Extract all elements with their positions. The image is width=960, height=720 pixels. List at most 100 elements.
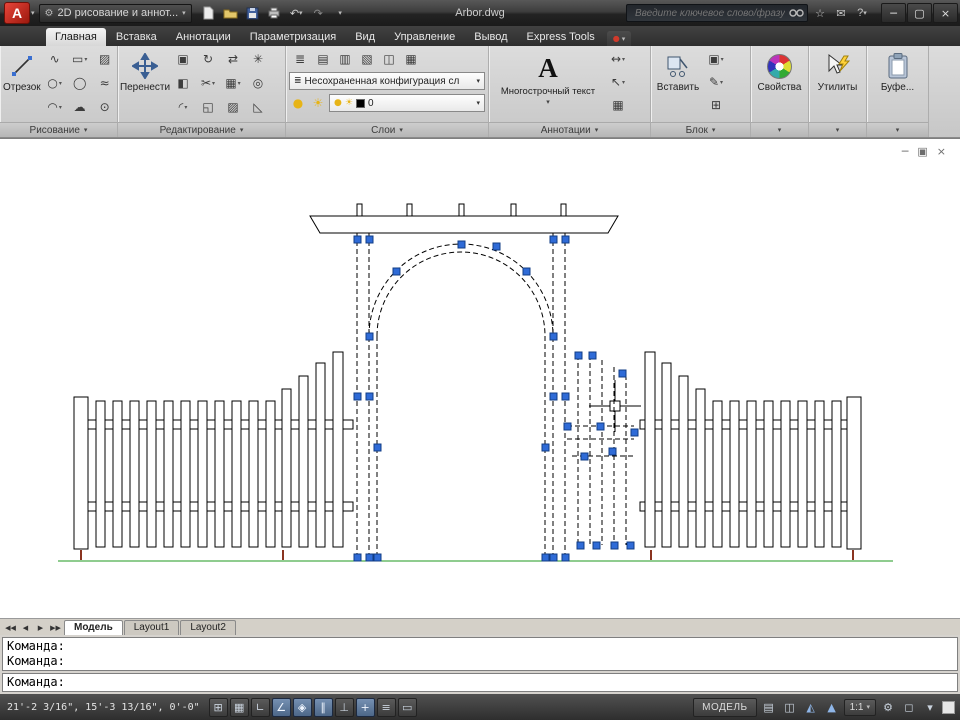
panel-properties-title[interactable]: ▾	[751, 122, 808, 137]
layer-properties-button[interactable]: ≣	[289, 48, 311, 70]
annotation-visibility-icon[interactable]: ▲	[823, 698, 841, 716]
tab-manage[interactable]: Управление	[385, 28, 464, 46]
rotate-tool[interactable]: ↻	[196, 48, 220, 70]
first-tab-button[interactable]: ◀◀	[3, 621, 18, 635]
arch-selected[interactable]	[368, 243, 554, 559]
arc-tool[interactable]: ◠ ▾	[43, 96, 67, 118]
layer-state-dropdown[interactable]: ≣ Несохраненная конфигурация сл ▾	[289, 72, 485, 90]
tab-view[interactable]: Вид	[346, 28, 384, 46]
fence-left[interactable]	[73, 351, 344, 550]
move-tool-button[interactable]: Перенести	[120, 48, 170, 93]
undo-button[interactable]: ↶ ▾	[286, 3, 307, 23]
tab-parametric[interactable]: Параметризация	[241, 28, 345, 46]
utilities-button[interactable]: Утилиты	[812, 48, 863, 93]
viewport-minimize-icon[interactable]: ─	[902, 145, 909, 158]
create-block-tool[interactable]: ▣ ▾	[704, 48, 728, 70]
trim-tool[interactable]: ✂ ▾	[196, 72, 220, 94]
model-space-button[interactable]: МОДЕЛЬ	[693, 697, 757, 717]
erase-tool[interactable]: ▨	[221, 96, 245, 118]
ellipse-tool[interactable]: ◯	[68, 72, 92, 94]
viewport-close-icon[interactable]: ×	[937, 145, 946, 158]
layer-tool-b[interactable]: ▥	[335, 48, 355, 70]
workspace-dropdown[interactable]: ⚙ 2D рисование и аннот... ▾	[38, 3, 192, 23]
toggle-lwt[interactable]: ≡	[376, 697, 396, 717]
panel-layers-title[interactable]: Слои ▾	[286, 122, 488, 137]
toggle-snap[interactable]: ⊞	[208, 697, 228, 717]
layer-tool-e[interactable]: ▦	[401, 48, 421, 70]
tab-home[interactable]: Главная	[46, 28, 106, 46]
point-tool[interactable]: ⊙	[93, 96, 117, 118]
layer-tool-c[interactable]: ▧	[357, 48, 377, 70]
clean-screen-button[interactable]	[942, 700, 955, 714]
leader-tool[interactable]: ↖ ▾	[606, 71, 630, 93]
layer-tool-a[interactable]: ▤	[313, 48, 333, 70]
search-input[interactable]	[633, 6, 787, 20]
tab-insert[interactable]: Вставка	[107, 28, 166, 46]
array-tool[interactable]: ▦ ▾	[221, 72, 245, 94]
clipboard-button[interactable]: Буфе...	[870, 48, 925, 93]
prev-tab-button[interactable]: ◀	[18, 621, 33, 635]
app-menu-arrow-icon[interactable]: ▾	[31, 9, 35, 17]
command-input-line[interactable]: Команда:	[2, 673, 958, 692]
window-restore-button[interactable]: ▢	[907, 3, 932, 23]
selection-grips[interactable]	[353, 235, 639, 562]
panel-annotation-title[interactable]: Аннотации ▾	[489, 122, 650, 137]
toggle-osnap[interactable]: ◈	[292, 697, 312, 717]
stretch-tool[interactable]: ⇄	[221, 48, 245, 70]
toggle-grid[interactable]: ▦	[229, 697, 249, 717]
layer-isolate-button[interactable]: ●	[289, 92, 307, 114]
panel-block-title[interactable]: Блок ▾	[651, 122, 750, 137]
line-tool-button[interactable]: Отрезок	[3, 48, 41, 93]
status-bar-menu-button[interactable]: ▾	[921, 698, 939, 716]
revision-cloud-tool[interactable]: ☁	[68, 96, 92, 118]
panel-draw-title[interactable]: Рисование ▾	[0, 122, 117, 137]
offset-tool[interactable]: ◎	[246, 72, 270, 94]
save-button[interactable]	[242, 3, 263, 23]
app-menu-button[interactable]: A	[4, 2, 30, 24]
toggle-ducs[interactable]: ⊥	[334, 697, 354, 717]
fillet-tool[interactable]: ◜ ▾	[171, 96, 195, 118]
quick-view-layouts-button[interactable]: ▤	[760, 698, 778, 716]
layer-tool-d[interactable]: ◫	[379, 48, 399, 70]
quick-view-drawings-button[interactable]: ◫	[781, 698, 799, 716]
explode-tool[interactable]: ✳	[246, 48, 270, 70]
workspace-switch-gear-icon[interactable]: ⚙	[879, 698, 897, 716]
tab-express-tools[interactable]: Express Tools	[518, 28, 604, 46]
spline-tool[interactable]: ≈	[93, 72, 117, 94]
fence-rails[interactable]	[74, 419, 862, 512]
redo-button[interactable]: ↷	[308, 3, 329, 23]
help-button[interactable]: ? ▾	[853, 4, 871, 22]
fence-right[interactable]	[644, 351, 862, 550]
annotation-scale-button[interactable]: 1:1 ▾	[843, 698, 876, 716]
hatch-tool[interactable]: ▨	[93, 48, 117, 70]
polyline-tool[interactable]: ∿	[43, 48, 67, 70]
edit-attributes-tool[interactable]: ✎ ▾	[704, 71, 728, 93]
qat-customize-button[interactable]: ▾	[330, 3, 351, 23]
next-tab-button[interactable]: ▶	[33, 621, 48, 635]
plot-button[interactable]	[264, 3, 285, 23]
layer-unisolate-button[interactable]: ☀	[309, 92, 327, 114]
arbor-posts-selected[interactable]	[356, 233, 566, 559]
circle-tool[interactable]: ○ ▾	[43, 72, 67, 94]
toggle-polar[interactable]: ∠	[271, 697, 291, 717]
table-tool[interactable]: ▦	[606, 94, 630, 116]
panel-clipboard-title[interactable]: ▾	[867, 122, 928, 137]
panel-modify-title[interactable]: Редактирование ▾	[118, 122, 285, 137]
arbor-beam[interactable]	[309, 203, 619, 234]
window-minimize-button[interactable]: ─	[881, 3, 906, 23]
open-file-button[interactable]	[220, 3, 241, 23]
panel-utilities-title[interactable]: ▾	[809, 122, 866, 137]
rectangle-tool[interactable]: ▭ ▾	[68, 48, 92, 70]
viewport-restore-icon[interactable]: ▣	[917, 145, 927, 158]
tray-settings-icon[interactable]: ◻	[900, 698, 918, 716]
layer-dropdown[interactable]: ● ☀ 0 ▾	[329, 94, 485, 112]
chamfer-tool[interactable]: ◺	[246, 96, 270, 118]
block-editor-tool[interactable]: ⊞	[704, 94, 728, 116]
ground-stakes[interactable]	[80, 550, 854, 560]
tab-annotate[interactable]: Аннотации	[167, 28, 240, 46]
toggle-qp[interactable]: ▭	[397, 697, 417, 717]
drawing-area[interactable]: ─ ▣ ×	[0, 138, 960, 618]
properties-button[interactable]: Свойства	[754, 48, 805, 93]
ribbon-options-button[interactable]: ● ▾	[606, 31, 632, 46]
mtext-button[interactable]: A Многострочный текст ▾	[492, 48, 604, 108]
